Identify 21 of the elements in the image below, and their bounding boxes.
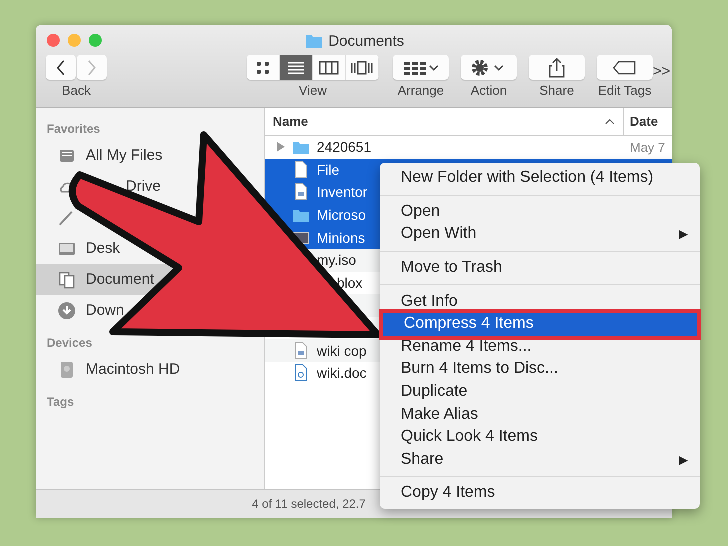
back-label: Back [62,83,91,98]
toolbar-label: Arrange [398,83,444,98]
file-name: Minions [317,230,366,246]
window-title: Documents [328,32,404,50]
file-name: my.iso [317,252,356,268]
file-name: Inventor [317,184,368,200]
sidebar-heading: Devices [46,335,94,352]
view-label: View [299,83,327,98]
file-name: Microso [317,207,366,224]
toolbar-label: Share [540,83,574,98]
sidebar-heading: Tags [46,394,76,411]
file-name: wiki cop [317,342,367,359]
file-name: 2420651 [317,139,372,156]
submenu-arrow-icon: ▶ [679,452,688,467]
toolbar-label: Action [470,83,508,98]
file-name: File [317,162,340,178]
submenu-arrow-icon: ▶ [679,227,688,242]
date-cell-text: May 7 [630,140,666,155]
file-name: wiki.doc [317,365,367,382]
sidebar-heading: Favorites [46,121,102,138]
toolbar-label: Edit Tags [598,83,652,98]
